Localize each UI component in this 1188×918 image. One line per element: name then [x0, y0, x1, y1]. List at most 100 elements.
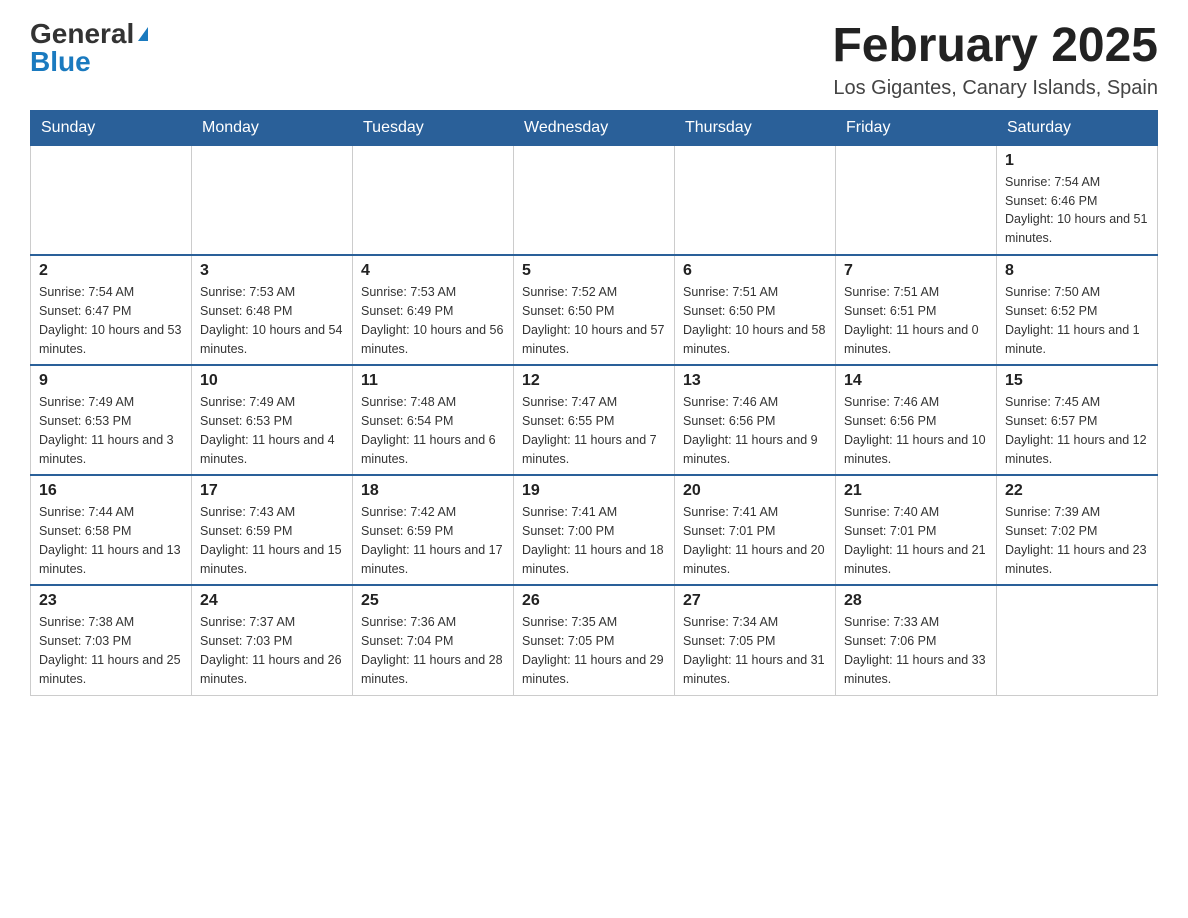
location-subtitle: Los Gigantes, Canary Islands, Spain — [832, 77, 1158, 100]
day-info: Sunrise: 7:46 AMSunset: 6:56 PMDaylight:… — [844, 393, 988, 468]
weekday-header-friday: Friday — [836, 110, 997, 145]
day-info: Sunrise: 7:49 AMSunset: 6:53 PMDaylight:… — [200, 393, 344, 468]
day-number: 12 — [522, 372, 666, 390]
day-number: 22 — [1005, 482, 1149, 500]
calendar-cell: 4 Sunrise: 7:53 AMSunset: 6:49 PMDaylight… — [353, 255, 514, 365]
day-info: Sunrise: 7:42 AMSunset: 6:59 PMDaylight:… — [361, 503, 505, 578]
day-number: 28 — [844, 592, 988, 610]
day-info: Sunrise: 7:43 AMSunset: 6:59 PMDaylight:… — [200, 503, 344, 578]
day-info: Sunrise: 7:46 AMSunset: 6:56 PMDaylight:… — [683, 393, 827, 468]
calendar-cell: 6 Sunrise: 7:51 AMSunset: 6:50 PMDaylight… — [675, 255, 836, 365]
calendar-cell: 18 Sunrise: 7:42 AMSunset: 6:59 PMDayligh… — [353, 475, 514, 585]
day-info: Sunrise: 7:45 AMSunset: 6:57 PMDaylight:… — [1005, 393, 1149, 468]
day-number: 23 — [39, 592, 183, 610]
day-number: 4 — [361, 262, 505, 280]
day-number: 5 — [522, 262, 666, 280]
day-number: 20 — [683, 482, 827, 500]
calendar-cell: 5 Sunrise: 7:52 AMSunset: 6:50 PMDaylight… — [514, 255, 675, 365]
calendar-cell: 10 Sunrise: 7:49 AMSunset: 6:53 PMDayligh… — [192, 365, 353, 475]
day-number: 2 — [39, 262, 183, 280]
day-number: 27 — [683, 592, 827, 610]
calendar-cell — [192, 145, 353, 255]
day-info: Sunrise: 7:38 AMSunset: 7:03 PMDaylight:… — [39, 613, 183, 688]
calendar-week-row: 9 Sunrise: 7:49 AMSunset: 6:53 PMDaylight… — [31, 365, 1158, 475]
day-number: 24 — [200, 592, 344, 610]
calendar-cell — [997, 585, 1158, 695]
title-area: February 2025 Los Gigantes, Canary Islan… — [832, 20, 1158, 100]
calendar-cell: 1 Sunrise: 7:54 AMSunset: 6:46 PMDaylight… — [997, 145, 1158, 255]
logo: General Blue — [30, 20, 148, 76]
calendar-cell: 23 Sunrise: 7:38 AMSunset: 7:03 PMDayligh… — [31, 585, 192, 695]
day-number: 26 — [522, 592, 666, 610]
day-number: 19 — [522, 482, 666, 500]
calendar-cell: 7 Sunrise: 7:51 AMSunset: 6:51 PMDaylight… — [836, 255, 997, 365]
calendar-cell: 24 Sunrise: 7:37 AMSunset: 7:03 PMDayligh… — [192, 585, 353, 695]
calendar-cell — [514, 145, 675, 255]
calendar-cell: 3 Sunrise: 7:53 AMSunset: 6:48 PMDaylight… — [192, 255, 353, 365]
calendar-cell: 11Sunrise: 7:48 AMSunset: 6:54 PMDayligh… — [353, 365, 514, 475]
weekday-header-wednesday: Wednesday — [514, 110, 675, 145]
day-info: Sunrise: 7:41 AMSunset: 7:01 PMDaylight:… — [683, 503, 827, 578]
day-info: Sunrise: 7:44 AMSunset: 6:58 PMDaylight:… — [39, 503, 183, 578]
day-info: Sunrise: 7:47 AMSunset: 6:55 PMDaylight:… — [522, 393, 666, 468]
calendar-cell — [353, 145, 514, 255]
calendar-cell: 27Sunrise: 7:34 AMSunset: 7:05 PMDayligh… — [675, 585, 836, 695]
day-info: Sunrise: 7:48 AMSunset: 6:54 PMDaylight:… — [361, 393, 505, 468]
day-number: 6 — [683, 262, 827, 280]
day-info: Sunrise: 7:40 AMSunset: 7:01 PMDaylight:… — [844, 503, 988, 578]
day-info: Sunrise: 7:36 AMSunset: 7:04 PMDaylight:… — [361, 613, 505, 688]
day-info: Sunrise: 7:50 AMSunset: 6:52 PMDaylight:… — [1005, 283, 1149, 358]
calendar-cell: 14 Sunrise: 7:46 AMSunset: 6:56 PMDayligh… — [836, 365, 997, 475]
day-number: 7 — [844, 262, 988, 280]
day-info: Sunrise: 7:51 AMSunset: 6:51 PMDaylight:… — [844, 283, 988, 358]
calendar-cell: 17 Sunrise: 7:43 AMSunset: 6:59 PMDayligh… — [192, 475, 353, 585]
weekday-header-sunday: Sunday — [31, 110, 192, 145]
logo-blue-text: Blue — [30, 48, 91, 76]
calendar-cell: 8 Sunrise: 7:50 AMSunset: 6:52 PMDaylight… — [997, 255, 1158, 365]
logo-triangle-icon — [138, 27, 148, 41]
calendar-week-row: 1 Sunrise: 7:54 AMSunset: 6:46 PMDaylight… — [31, 145, 1158, 255]
weekday-header-saturday: Saturday — [997, 110, 1158, 145]
day-info: Sunrise: 7:41 AMSunset: 7:00 PMDaylight:… — [522, 503, 666, 578]
calendar-week-row: 16 Sunrise: 7:44 AMSunset: 6:58 PMDayligh… — [31, 475, 1158, 585]
day-number: 9 — [39, 372, 183, 390]
day-number: 21 — [844, 482, 988, 500]
day-number: 16 — [39, 482, 183, 500]
calendar-cell: 22Sunrise: 7:39 AMSunset: 7:02 PMDayligh… — [997, 475, 1158, 585]
day-number: 14 — [844, 372, 988, 390]
weekday-header-thursday: Thursday — [675, 110, 836, 145]
calendar-week-row: 23 Sunrise: 7:38 AMSunset: 7:03 PMDayligh… — [31, 585, 1158, 695]
calendar-cell: 16 Sunrise: 7:44 AMSunset: 6:58 PMDayligh… — [31, 475, 192, 585]
page-header: General Blue February 2025 Los Gigantes,… — [30, 20, 1158, 100]
calendar-cell — [836, 145, 997, 255]
day-info: Sunrise: 7:33 AMSunset: 7:06 PMDaylight:… — [844, 613, 988, 688]
calendar-cell: 26 Sunrise: 7:35 AMSunset: 7:05 PMDayligh… — [514, 585, 675, 695]
day-number: 13 — [683, 372, 827, 390]
day-number: 8 — [1005, 262, 1149, 280]
calendar-cell: 20 Sunrise: 7:41 AMSunset: 7:01 PMDayligh… — [675, 475, 836, 585]
month-title: February 2025 — [832, 20, 1158, 73]
day-number: 10 — [200, 372, 344, 390]
day-number: 25 — [361, 592, 505, 610]
calendar-cell: 12 Sunrise: 7:47 AMSunset: 6:55 PMDayligh… — [514, 365, 675, 475]
weekday-header-row: SundayMondayTuesdayWednesdayThursdayFrid… — [31, 110, 1158, 145]
day-info: Sunrise: 7:51 AMSunset: 6:50 PMDaylight:… — [683, 283, 827, 358]
day-info: Sunrise: 7:53 AMSunset: 6:49 PMDaylight:… — [361, 283, 505, 358]
day-info: Sunrise: 7:52 AMSunset: 6:50 PMDaylight:… — [522, 283, 666, 358]
day-number: 18 — [361, 482, 505, 500]
calendar-cell: 15Sunrise: 7:45 AMSunset: 6:57 PMDayligh… — [997, 365, 1158, 475]
day-info: Sunrise: 7:53 AMSunset: 6:48 PMDaylight:… — [200, 283, 344, 358]
day-info: Sunrise: 7:35 AMSunset: 7:05 PMDaylight:… — [522, 613, 666, 688]
day-info: Sunrise: 7:54 AMSunset: 6:47 PMDaylight:… — [39, 283, 183, 358]
calendar-cell: 28 Sunrise: 7:33 AMSunset: 7:06 PMDayligh… — [836, 585, 997, 695]
day-info: Sunrise: 7:54 AMSunset: 6:46 PMDaylight:… — [1005, 173, 1149, 248]
day-info: Sunrise: 7:37 AMSunset: 7:03 PMDaylight:… — [200, 613, 344, 688]
logo-general-text: General — [30, 20, 134, 48]
day-number: 17 — [200, 482, 344, 500]
weekday-header-monday: Monday — [192, 110, 353, 145]
day-info: Sunrise: 7:49 AMSunset: 6:53 PMDaylight:… — [39, 393, 183, 468]
calendar-cell — [675, 145, 836, 255]
day-number: 1 — [1005, 152, 1149, 170]
calendar-cell: 13 Sunrise: 7:46 AMSunset: 6:56 PMDayligh… — [675, 365, 836, 475]
day-number: 3 — [200, 262, 344, 280]
